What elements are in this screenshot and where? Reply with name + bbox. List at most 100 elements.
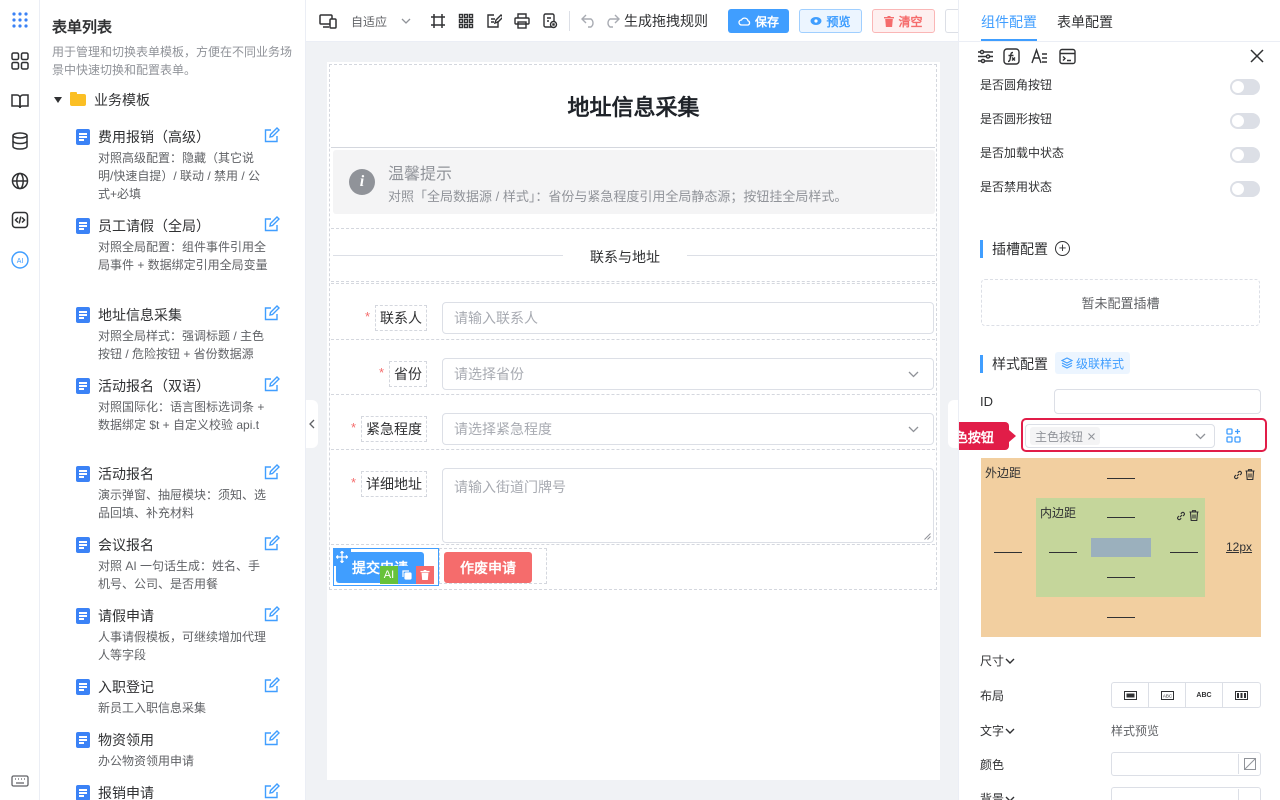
field-input[interactable]: 请输入联系人 — [442, 302, 934, 334]
tab-component-config[interactable]: 组件配置 — [981, 12, 1037, 32]
layout-block-icon[interactable] — [1112, 683, 1149, 707]
components-icon[interactable] — [10, 51, 30, 71]
class-select[interactable]: 主色按钮 — [1025, 424, 1215, 448]
margin-link-icon[interactable] — [1233, 468, 1243, 483]
field-input[interactable]: 请选择紧急程度 — [442, 413, 934, 445]
switch-label: 是否圆形按钮 — [980, 112, 1053, 126]
add-slot-icon[interactable]: + — [1055, 241, 1070, 256]
switch-label: 是否圆角按钮 — [980, 78, 1053, 92]
apps-grid-icon[interactable] — [10, 10, 30, 30]
padding-link-icon[interactable] — [1176, 509, 1186, 524]
print-icon[interactable] — [514, 11, 530, 31]
edit-icon[interactable] — [264, 606, 280, 622]
margin-bottom-value[interactable] — [1107, 617, 1135, 618]
resize-handle-icon[interactable] — [924, 533, 931, 540]
edit-icon[interactable] — [264, 216, 280, 232]
keyboard-icon[interactable] — [10, 771, 30, 791]
collapse-right-handle[interactable] — [948, 400, 958, 448]
tag-close-icon[interactable] — [1088, 432, 1095, 440]
clear-button[interactable]: 清空 — [872, 9, 935, 33]
edit-icon[interactable] — [264, 127, 280, 143]
layout-inline-option[interactable]: ABC — [1186, 683, 1223, 707]
margin-top-value[interactable] — [1107, 478, 1135, 479]
slot-empty-placeholder[interactable]: 暂未配置插槽 — [981, 279, 1260, 326]
props-icon[interactable] — [977, 48, 994, 68]
close-icon[interactable] — [1250, 49, 1264, 66]
edit-icon[interactable] — [264, 677, 280, 693]
database-icon[interactable] — [10, 131, 30, 151]
field-input[interactable]: 请选择省份 — [442, 358, 934, 390]
device-icon[interactable] — [319, 11, 337, 31]
json-icon[interactable] — [542, 11, 558, 31]
adapt-select[interactable]: 自适应 — [351, 11, 411, 31]
redo-icon[interactable] — [604, 11, 620, 31]
padding-bottom-value[interactable] — [1107, 577, 1135, 578]
collapse-left-handle[interactable] — [306, 400, 318, 448]
layout-flex-icon[interactable] — [1223, 683, 1260, 707]
toggle-switch[interactable] — [1230, 113, 1260, 129]
text-style-icon[interactable] — [1031, 47, 1048, 68]
ai-badge[interactable]: AI — [380, 566, 398, 584]
background-input[interactable] — [1111, 787, 1261, 800]
chevron-down-icon — [908, 371, 919, 378]
margin-right-value[interactable]: 12px — [1226, 540, 1252, 554]
void-button[interactable]: 作废申请 — [444, 552, 532, 583]
book-icon[interactable] — [10, 91, 30, 111]
template-title: 员工请假（全局） — [98, 218, 210, 234]
globe-icon[interactable] — [10, 171, 30, 191]
padding-right-value[interactable] — [1170, 552, 1198, 553]
background-toggle[interactable]: 背景 — [980, 790, 1015, 800]
chevron-down-icon — [1005, 796, 1015, 800]
margin-trash-icon[interactable] — [1245, 468, 1255, 483]
edit-doc-icon[interactable] — [486, 11, 502, 31]
class-tag[interactable]: 主色按钮 — [1030, 427, 1101, 445]
edit-icon[interactable] — [264, 730, 280, 746]
padding-left-value[interactable] — [1049, 552, 1077, 553]
edit-icon[interactable] — [264, 305, 280, 321]
copy-icon[interactable] — [398, 566, 416, 584]
more-button[interactable] — [945, 9, 958, 33]
preview-button[interactable]: 预览 — [799, 9, 862, 33]
drag-move-icon[interactable] — [333, 548, 351, 566]
class-manage-icon[interactable] — [1226, 428, 1241, 446]
grid-layout-icon[interactable] — [458, 11, 474, 31]
color-picker-icon[interactable] — [1238, 754, 1260, 774]
edit-icon[interactable] — [264, 376, 280, 392]
size-toggle[interactable]: 尺寸 — [980, 652, 1015, 669]
edit-icon[interactable] — [264, 464, 280, 480]
toggle-switch[interactable] — [1230, 181, 1260, 197]
template-description: 新员工入职信息采集 — [98, 701, 207, 715]
ai-icon[interactable]: AI — [10, 250, 30, 270]
color-input[interactable] — [1111, 752, 1261, 776]
id-input[interactable] — [1054, 389, 1261, 414]
bg-picker-icon[interactable] — [1238, 789, 1260, 800]
clear-label: 清空 — [898, 14, 923, 29]
save-button[interactable]: 保存 — [728, 9, 789, 33]
code-icon[interactable] — [10, 210, 30, 230]
generate-rule-button[interactable]: 生成拖拽规则 — [624, 11, 708, 31]
formula-icon[interactable] — [1003, 48, 1020, 68]
edit-icon[interactable] — [264, 783, 280, 799]
icon-rail: AI — [0, 0, 40, 800]
field-input[interactable]: 请输入街道门牌号 — [442, 468, 934, 543]
event-icon[interactable] — [1059, 48, 1076, 68]
undo-icon[interactable] — [581, 11, 597, 31]
document-icon — [76, 378, 90, 394]
cascade-style-button[interactable]: 级联样式 — [1055, 352, 1131, 374]
tab-form-config[interactable]: 表单配置 — [1057, 12, 1113, 32]
text-toggle[interactable]: 文字 — [980, 722, 1015, 739]
toggle-switch[interactable] — [1230, 79, 1260, 95]
document-icon — [76, 466, 90, 482]
margin-left-value[interactable] — [994, 552, 1022, 553]
edit-icon[interactable] — [264, 535, 280, 551]
padding-top-value[interactable] — [1107, 517, 1135, 518]
delete-icon[interactable] — [416, 566, 434, 584]
frame-icon[interactable] — [430, 11, 446, 31]
group-business-templates[interactable]: 业务模板 — [54, 90, 150, 110]
document-icon — [76, 785, 90, 800]
field-placeholder: 请选择省份 — [454, 366, 524, 382]
toggle-switch[interactable] — [1230, 147, 1260, 163]
padding-trash-icon[interactable] — [1189, 509, 1199, 524]
layout-inline-block-icon[interactable]: ABC — [1149, 683, 1186, 707]
alert-box[interactable]: i 温馨提示 对照「全局数据源 / 样式」：省份与紧急程度引用全局静态源；按钮挂… — [333, 150, 935, 214]
